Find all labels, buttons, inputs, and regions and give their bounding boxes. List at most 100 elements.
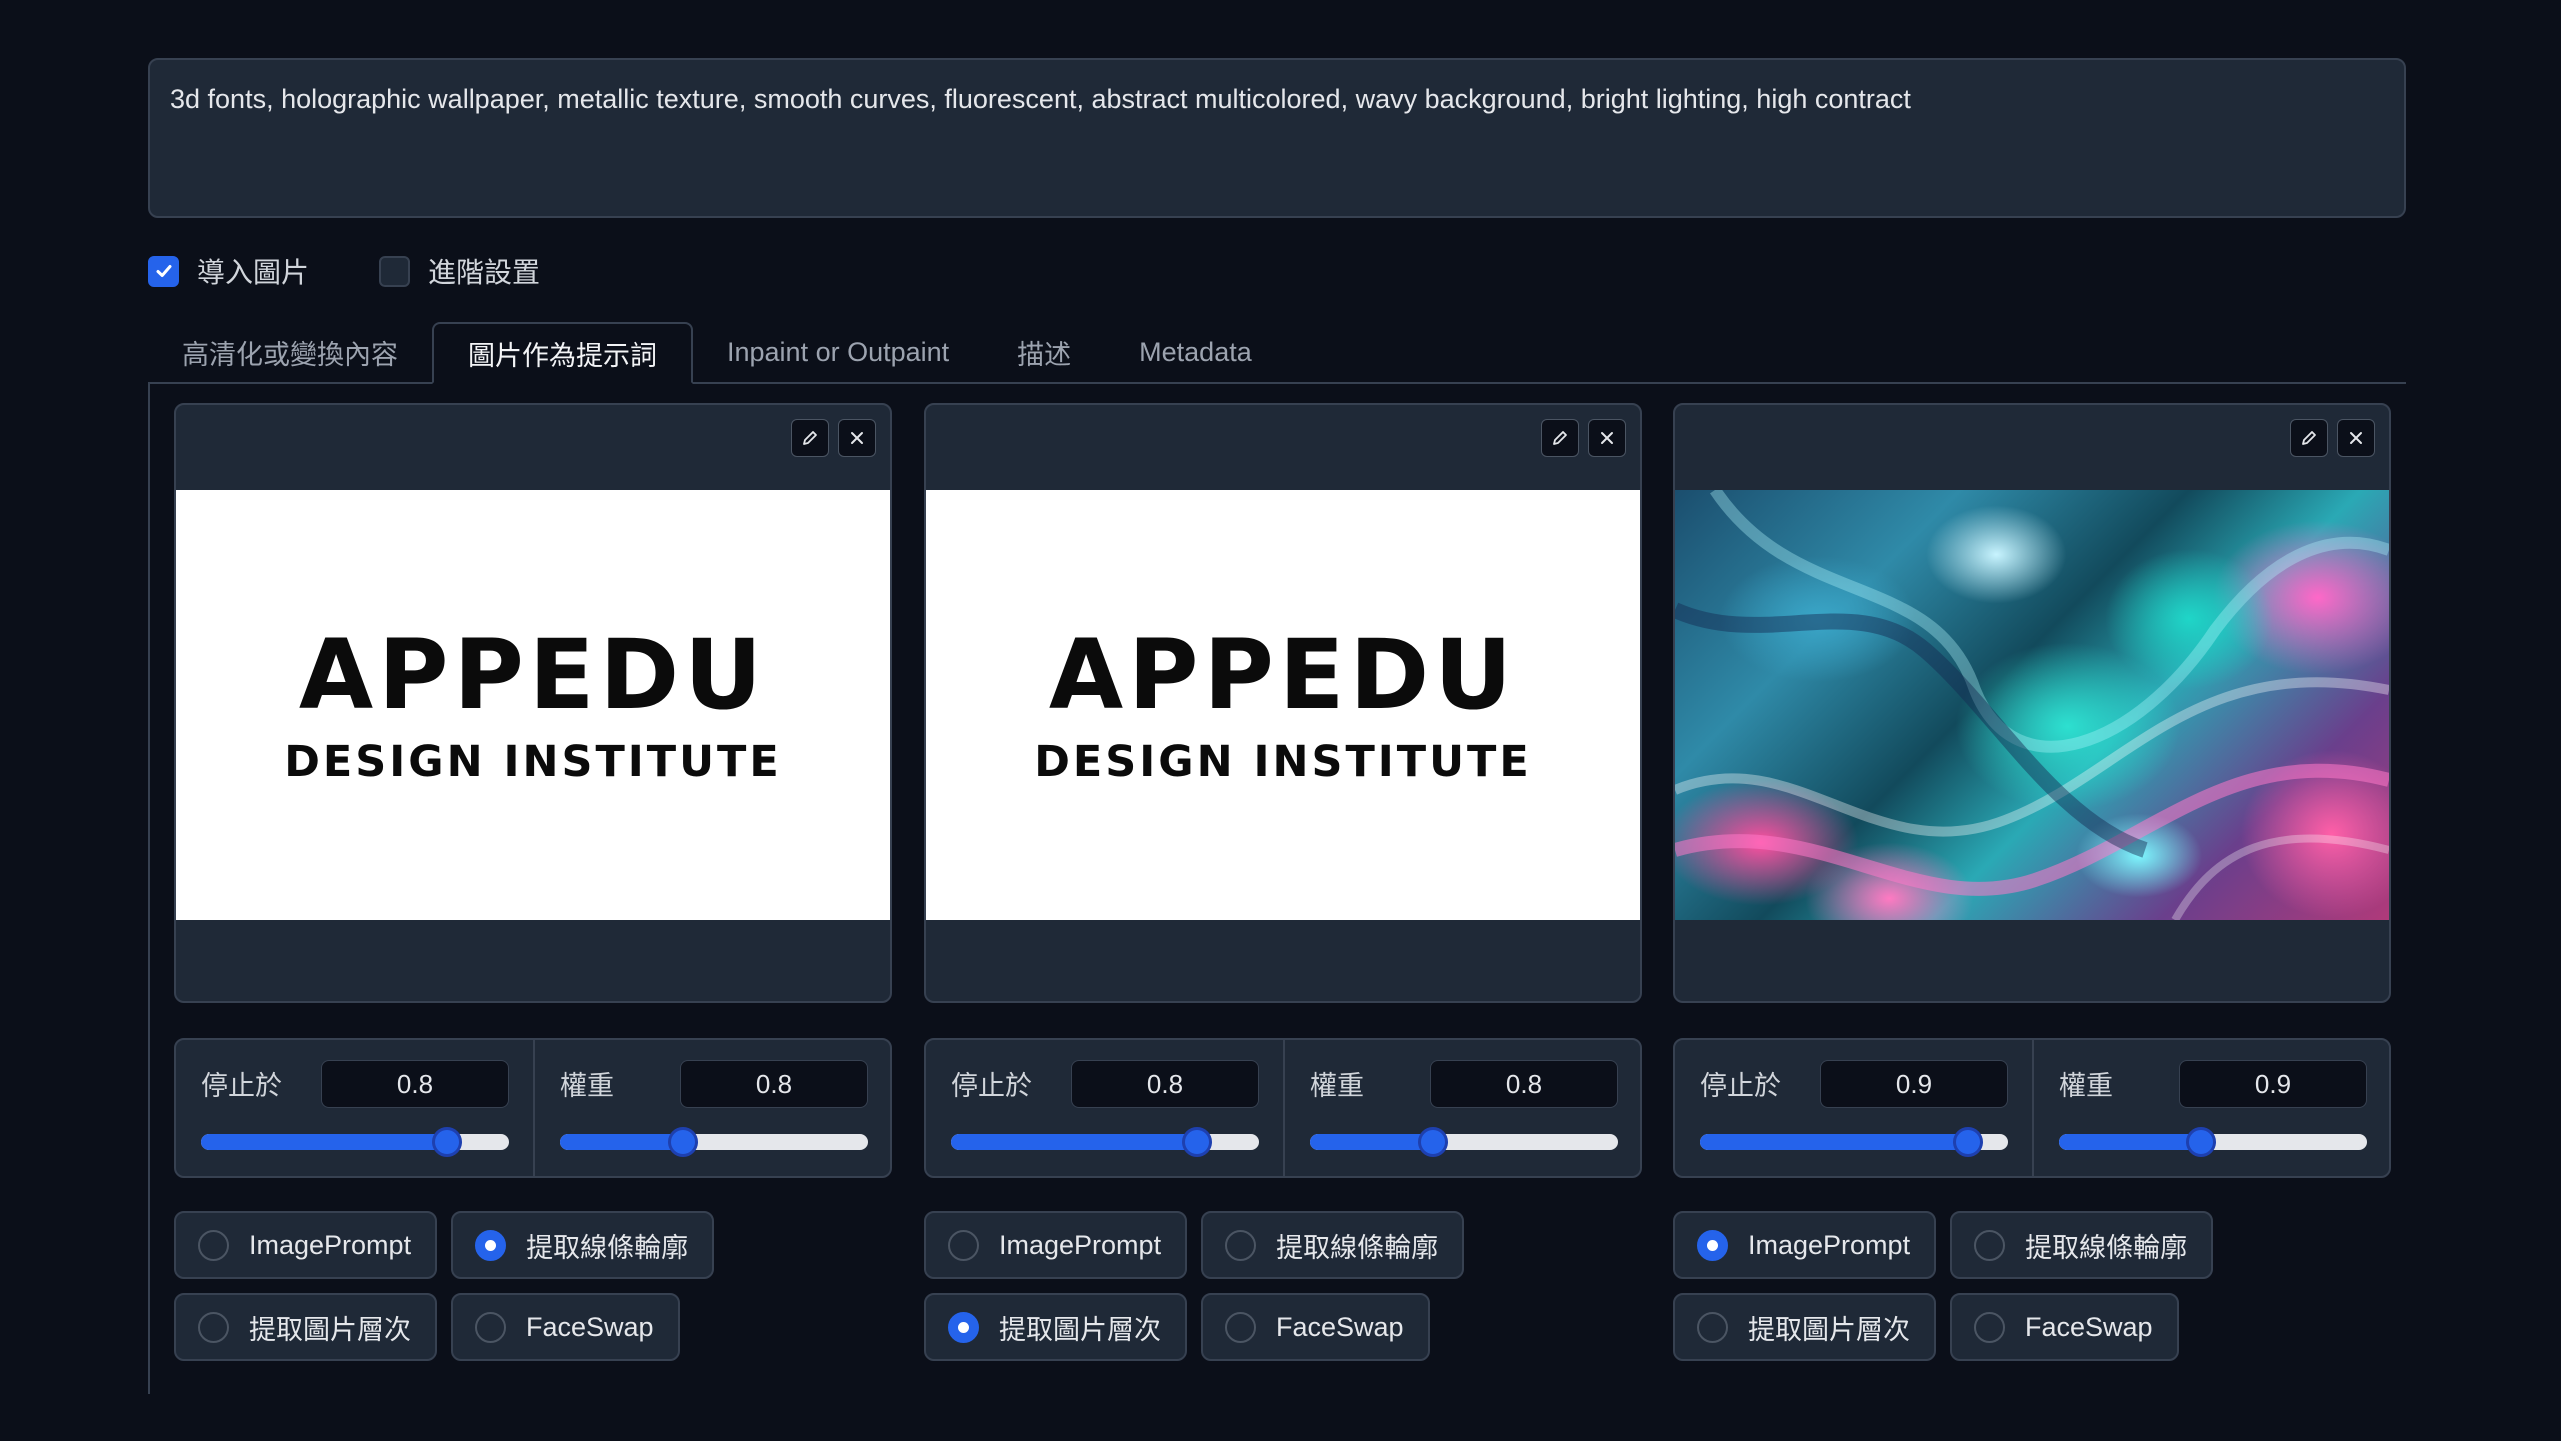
weight-control: 權重 0.9 <box>2034 1040 2391 1176</box>
image-prompt-slot-2: APPEDU DESIGN INSTITUTE 停止於 0.8 權重 0.8 I… <box>924 403 1642 1361</box>
stop-at-slider[interactable] <box>1700 1127 2008 1157</box>
input-image-checkbox[interactable] <box>148 255 179 287</box>
radio-cpds[interactable]: 提取圖片層次 <box>924 1293 1187 1361</box>
slider-fill <box>1310 1134 1434 1150</box>
stop-at-label: 停止於 <box>1700 1071 1781 1101</box>
radio-pyracanny[interactable]: 提取線條輪廓 <box>1201 1211 1465 1279</box>
radio-button[interactable] <box>948 1229 979 1261</box>
pencil-icon <box>2302 431 2316 445</box>
stop-at-slider[interactable] <box>201 1127 509 1157</box>
radio-imageprompt[interactable]: ImagePrompt <box>1673 1211 1937 1279</box>
radio-button[interactable] <box>198 1311 229 1343</box>
logo-subtitle: DESIGN INSTITUTE <box>1034 736 1532 787</box>
weight-slider[interactable] <box>560 1127 868 1157</box>
image-upload-card[interactable] <box>1673 403 2391 1003</box>
radio-label: ImagePrompt <box>249 1229 412 1260</box>
logo-subtitle: DESIGN INSTITUTE <box>284 736 782 787</box>
image-upload-card[interactable]: APPEDU DESIGN INSTITUTE <box>924 403 1642 1003</box>
radio-label: 提取線條輪廓 <box>526 1232 689 1263</box>
radio-imageprompt[interactable]: ImagePrompt <box>174 1211 438 1279</box>
slider-handle[interactable] <box>1418 1127 1449 1157</box>
edit-button[interactable] <box>2290 419 2328 457</box>
weight-slider[interactable] <box>2059 1127 2367 1157</box>
image-toolbar <box>1532 419 1626 457</box>
radio-button[interactable] <box>1974 1311 2005 1343</box>
advanced-option[interactable]: 進階設置 <box>379 251 540 291</box>
uploaded-image: APPEDU DESIGN INSTITUTE <box>176 490 890 920</box>
slider-handle[interactable] <box>1952 1127 1983 1157</box>
radio-faceswap[interactable]: FaceSwap <box>451 1293 680 1361</box>
stop-at-control: 停止於 0.9 <box>1675 1040 2032 1176</box>
weight-input[interactable]: 0.8 <box>1430 1060 1618 1108</box>
radio-label: 提取圖片層次 <box>999 1314 1161 1345</box>
pencil-icon <box>803 431 817 445</box>
radio-button[interactable] <box>475 1311 506 1343</box>
radio-imageprompt[interactable]: ImagePrompt <box>924 1211 1188 1279</box>
input-image-option[interactable]: 導入圖片 <box>148 251 309 291</box>
tab-image-prompt[interactable]: 圖片作為提示詞 <box>432 322 693 384</box>
slider-fill <box>1700 1134 1968 1150</box>
radio-button[interactable] <box>198 1229 229 1261</box>
stop-at-label: 停止於 <box>951 1071 1032 1101</box>
edit-button[interactable] <box>1541 419 1579 457</box>
radio-faceswap[interactable]: FaceSwap <box>1201 1293 1430 1361</box>
remove-image-button[interactable] <box>838 419 876 457</box>
advanced-checkbox[interactable] <box>379 255 411 287</box>
radio-button[interactable] <box>1974 1229 2006 1261</box>
slider-fill <box>2059 1134 2201 1150</box>
control-settings: 停止於 0.8 權重 0.8 <box>924 1038 1642 1178</box>
radio-button[interactable] <box>1225 1311 1256 1343</box>
image-prompt-slot-3: 停止於 0.9 權重 0.9 ImagePrompt 提取線條輪廓 提取圖片層次… <box>1673 403 2391 1361</box>
slider-handle[interactable] <box>2185 1127 2216 1157</box>
radio-label: 提取圖片層次 <box>1748 1314 1910 1345</box>
control-settings: 停止於 0.9 權重 0.9 <box>1673 1038 2391 1178</box>
radio-cpds[interactable]: 提取圖片層次 <box>1673 1293 1936 1361</box>
type-radio-row-1: ImagePrompt 提取線條輪廓 <box>924 1211 1478 1279</box>
stop-at-input[interactable]: 0.8 <box>321 1060 509 1108</box>
type-radio-row-2: 提取圖片層次 FaceSwap <box>1673 1293 2193 1361</box>
radio-button[interactable] <box>475 1229 507 1261</box>
type-radio-row-1: ImagePrompt 提取線條輪廓 <box>174 1211 728 1279</box>
close-icon <box>851 432 863 444</box>
tab-metadata[interactable]: Metadata <box>1105 322 1286 382</box>
radio-pyracanny[interactable]: 提取線條輪廓 <box>1950 1211 2214 1279</box>
input-image-label: 導入圖片 <box>197 257 310 288</box>
radio-faceswap[interactable]: FaceSwap <box>1950 1293 2179 1361</box>
slider-handle[interactable] <box>668 1127 699 1157</box>
logo-title: APPEDU <box>298 618 768 731</box>
slider-fill <box>560 1134 684 1150</box>
uploaded-image: APPEDU DESIGN INSTITUTE <box>926 490 1640 920</box>
slider-handle[interactable] <box>432 1127 463 1157</box>
stop-at-label: 停止於 <box>201 1071 282 1101</box>
image-prompt-slot-1: APPEDU DESIGN INSTITUTE 停止於 0.8 權重 0.8 I… <box>174 403 892 1361</box>
radio-button[interactable] <box>948 1311 979 1343</box>
close-icon <box>2350 432 2362 444</box>
radio-button[interactable] <box>1225 1229 1257 1261</box>
logo-title: APPEDU <box>1048 618 1518 731</box>
weight-input[interactable]: 0.8 <box>680 1060 868 1108</box>
radio-button[interactable] <box>1697 1229 1728 1261</box>
type-radio-row-2: 提取圖片層次 FaceSwap <box>924 1293 1444 1361</box>
slider-handle[interactable] <box>1182 1127 1213 1157</box>
radio-button[interactable] <box>1697 1311 1728 1343</box>
weight-input[interactable]: 0.9 <box>2179 1060 2367 1108</box>
remove-image-button[interactable] <box>2337 419 2375 457</box>
radio-pyracanny[interactable]: 提取線條輪廓 <box>451 1211 715 1279</box>
stop-at-control: 停止於 0.8 <box>926 1040 1283 1176</box>
radio-label: ImagePrompt <box>999 1229 1162 1260</box>
stop-at-control: 停止於 0.8 <box>176 1040 533 1176</box>
stop-at-input[interactable]: 0.8 <box>1071 1060 1259 1108</box>
image-upload-card[interactable]: APPEDU DESIGN INSTITUTE <box>174 403 892 1003</box>
weight-slider[interactable] <box>1310 1127 1618 1157</box>
prompt-textarea[interactable]: 3d fonts, holographic wallpaper, metalli… <box>148 58 2406 218</box>
stop-at-input[interactable]: 0.9 <box>1820 1060 2008 1108</box>
uploaded-holographic-image <box>1675 490 2389 920</box>
tab-describe[interactable]: 描述 <box>983 322 1105 382</box>
edit-button[interactable] <box>791 419 829 457</box>
tab-upscale-vary[interactable]: 高清化或變換內容 <box>148 322 432 382</box>
radio-cpds[interactable]: 提取圖片層次 <box>174 1293 437 1361</box>
radio-label: FaceSwap <box>2025 1311 2153 1342</box>
remove-image-button[interactable] <box>1588 419 1626 457</box>
tab-inpaint-outpaint[interactable]: Inpaint or Outpaint <box>693 322 983 382</box>
stop-at-slider[interactable] <box>951 1127 1259 1157</box>
